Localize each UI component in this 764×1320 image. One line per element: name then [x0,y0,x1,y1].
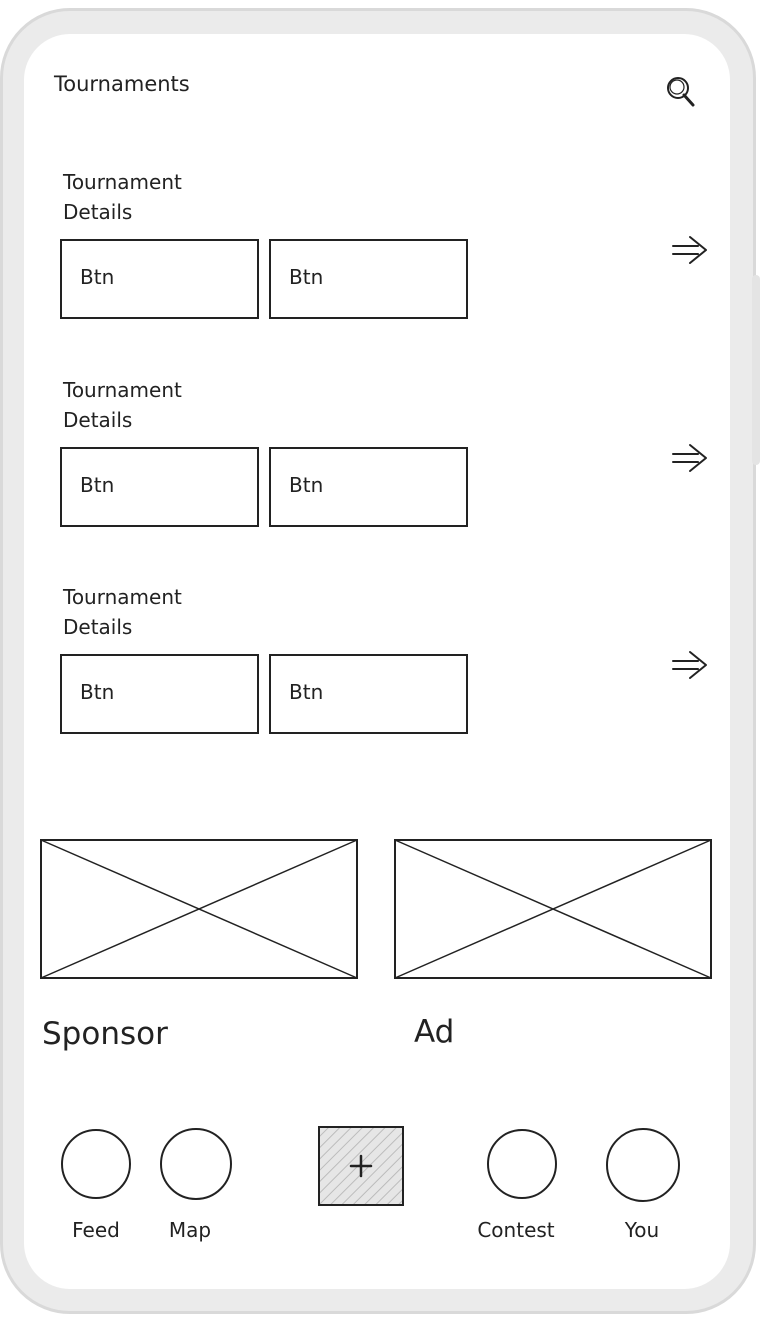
you-nav-label[interactable]: You [592,1218,692,1242]
tournament-details: Tournament Details [63,378,182,432]
tournament-button-2[interactable]: Btn [269,239,468,319]
map-nav-icon[interactable] [159,1128,233,1200]
tournament-button-1[interactable]: Btn [60,447,259,527]
page-title: Tournaments [54,72,190,96]
tournament-card: Tournament Details Btn Btn [58,375,708,535]
button-label: Btn [80,265,115,289]
feed-nav-icon[interactable] [60,1128,132,1200]
contest-nav-label[interactable]: Contest [466,1218,566,1242]
tournament-details: Tournament Details [63,170,182,224]
scrollbar[interactable] [752,275,760,465]
screen: Tournaments Tournament Details Btn Btn T… [24,34,730,1289]
button-label: Btn [289,265,324,289]
plus-icon[interactable] [318,1126,404,1206]
feed-nav-label[interactable]: Feed [46,1218,146,1242]
button-label: Btn [289,680,324,704]
tournament-button-1[interactable]: Btn [60,239,259,319]
sponsor-label: Sponsor [42,1016,168,1052]
sponsor-image-placeholder[interactable] [40,839,358,979]
contest-nav-icon[interactable] [486,1128,558,1200]
button-label: Btn [80,680,115,704]
tournament-button-1[interactable]: Btn [60,654,259,734]
map-nav-label[interactable]: Map [140,1218,240,1242]
tournament-details: Tournament Details [63,585,182,639]
arrow-right-icon[interactable] [670,441,712,477]
button-label: Btn [289,473,324,497]
arrow-right-icon[interactable] [670,233,712,269]
you-nav-icon[interactable] [605,1128,681,1202]
tournament-button-2[interactable]: Btn [269,654,468,734]
tournament-card: Tournament Details Btn Btn [58,167,708,327]
ad-label: Ad [414,1014,455,1050]
arrow-right-icon[interactable] [670,648,712,684]
button-label: Btn [80,473,115,497]
ad-image-placeholder[interactable] [394,839,712,979]
search-icon[interactable] [664,74,696,110]
tournament-card: Tournament Details Btn Btn [58,582,708,742]
tournament-button-2[interactable]: Btn [269,447,468,527]
